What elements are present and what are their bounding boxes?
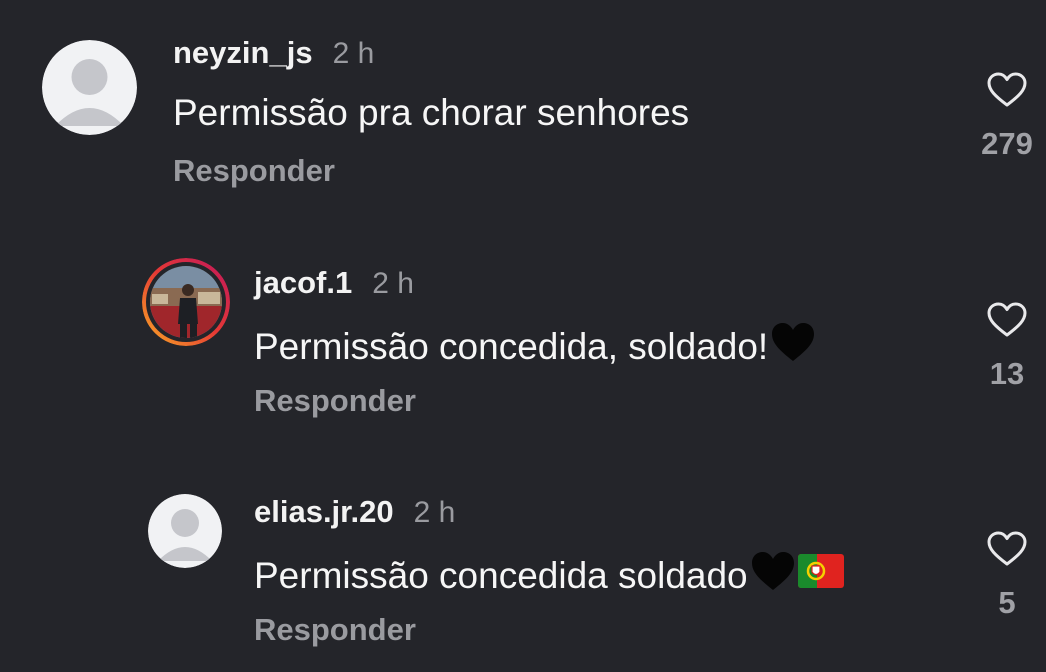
comment-time: 2 h [332, 37, 375, 70]
reply-button[interactable]: Responder [254, 612, 416, 648]
like-group: 13 [967, 302, 1046, 392]
reply-button[interactable]: Responder [254, 383, 416, 419]
comment-text-content: Permissão pra chorar senhores [173, 92, 690, 133]
heart-icon[interactable] [987, 72, 1027, 108]
like-count: 279 [981, 126, 1033, 161]
heart-icon[interactable] [987, 531, 1027, 567]
black-heart-emoji [750, 550, 796, 601]
comment-text: Permissão concedida soldado [254, 550, 844, 601]
default-avatar-icon[interactable] [148, 494, 222, 568]
comment-text: Permissão pra chorar senhores [173, 92, 689, 134]
default-avatar-icon[interactable] [42, 40, 137, 135]
profile-photo-avatar[interactable] [142, 258, 230, 346]
comment-text: Permissão concedida, soldado! [254, 321, 816, 372]
comment-time: 2 h [372, 267, 414, 300]
like-count: 5 [998, 585, 1016, 620]
username[interactable]: elias.jr.20 [254, 494, 394, 530]
comment-text-content: Permissão concedida, soldado! [254, 325, 769, 367]
like-group: 5 [967, 531, 1046, 621]
comment-time: 2 h [413, 496, 456, 529]
like-group: 279 [967, 72, 1046, 162]
portugal-flag-emoji [797, 554, 844, 597]
reply-button[interactable]: Responder [173, 153, 335, 189]
username[interactable]: jacof.1 [254, 265, 352, 301]
comment-text-content: Permissão concedida soldado [254, 554, 748, 596]
heart-icon[interactable] [987, 302, 1027, 338]
like-count: 13 [989, 356, 1025, 391]
username[interactable]: neyzin_js [173, 35, 313, 71]
black-heart-emoji [770, 321, 816, 372]
